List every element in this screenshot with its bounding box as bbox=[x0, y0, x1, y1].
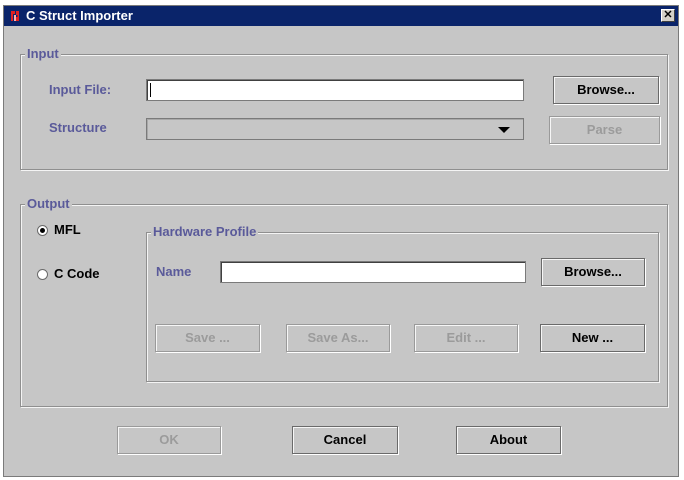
profile-name-field[interactable] bbox=[220, 261, 526, 283]
mfl-radio-label[interactable]: MFL bbox=[54, 222, 81, 238]
structure-label: Structure bbox=[49, 120, 107, 135]
about-button[interactable]: About bbox=[456, 426, 561, 454]
save-as-button[interactable]: Save As... bbox=[286, 324, 390, 352]
text-caret bbox=[150, 83, 151, 97]
hardware-profile-group: Hardware Profile bbox=[146, 224, 659, 382]
input-file-field[interactable] bbox=[146, 79, 524, 101]
profile-browse-button[interactable]: Browse... bbox=[541, 258, 645, 286]
cancel-button[interactable]: Cancel bbox=[292, 426, 398, 454]
input-group-legend: Input bbox=[25, 46, 61, 62]
structure-dropdown[interactable] bbox=[146, 118, 524, 140]
hardware-profile-legend: Hardware Profile bbox=[151, 224, 259, 240]
window-title: C Struct Importer bbox=[26, 8, 133, 23]
input-browse-button[interactable]: Browse... bbox=[553, 76, 659, 104]
c-code-radio-label[interactable]: C Code bbox=[54, 266, 100, 282]
close-button[interactable]: ✕ bbox=[661, 9, 675, 22]
output-group-legend: Output bbox=[25, 196, 72, 212]
c-struct-importer-window: C Struct Importer ✕ Input Input File: Br… bbox=[3, 5, 679, 477]
chevron-down-icon[interactable] bbox=[498, 127, 510, 133]
save-button[interactable]: Save ... bbox=[155, 324, 260, 352]
input-group: Input bbox=[20, 46, 668, 170]
title-bar[interactable]: C Struct Importer ✕ bbox=[4, 6, 678, 26]
profile-name-label: Name bbox=[156, 264, 192, 279]
mfl-radio[interactable] bbox=[37, 225, 48, 236]
parse-button[interactable]: Parse bbox=[549, 116, 660, 144]
app-icon bbox=[8, 9, 22, 23]
edit-button[interactable]: Edit ... bbox=[414, 324, 518, 352]
ok-button[interactable]: OK bbox=[117, 426, 221, 454]
c-code-radio[interactable] bbox=[37, 269, 48, 280]
new-profile-button[interactable]: New ... bbox=[540, 324, 645, 352]
close-icon: ✕ bbox=[663, 9, 673, 21]
input-file-label: Input File: bbox=[49, 82, 112, 97]
